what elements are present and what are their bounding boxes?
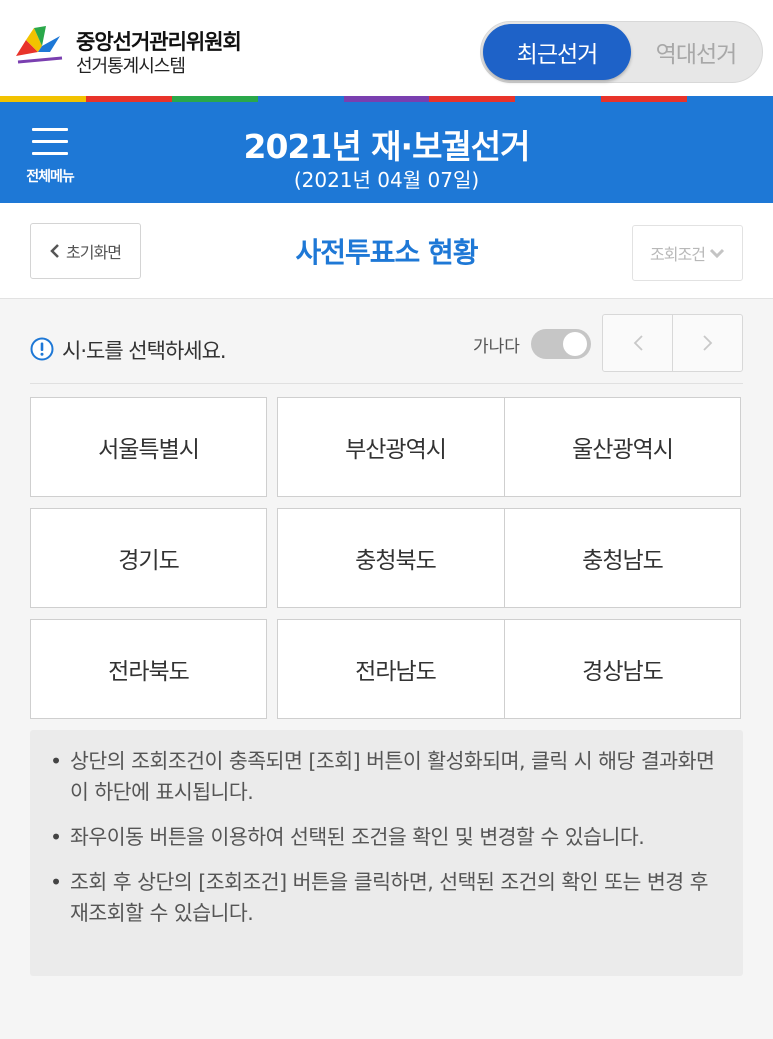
help-item: 상단의 조회조건이 충족되면 [조회] 버튼이 활성화되며, 클릭 시 해당 결…	[50, 746, 730, 808]
region-button[interactable]: 전라북도	[30, 619, 267, 719]
chevron-right-icon	[703, 335, 713, 351]
help-box: 상단의 조회조건이 충족되면 [조회] 버튼이 활성화되며, 클릭 시 해당 결…	[30, 730, 743, 976]
title-bar: 전체메뉴 2021년 재·보궐선거 (2021년 04월 07일)	[0, 102, 773, 203]
next-button[interactable]	[673, 315, 743, 371]
top-header: 중앙선거관리위원회 선거통계시스템 최근선거 역대선거	[0, 0, 773, 96]
system-name: 선거통계시스템	[76, 56, 186, 77]
sort-label: 가나다	[473, 337, 520, 357]
query-condition-label: 조회조건	[650, 245, 706, 264]
chevron-down-icon	[709, 248, 724, 259]
toggle-knob	[563, 332, 587, 356]
prev-button[interactable]	[603, 315, 673, 371]
nav-arrows	[602, 314, 743, 372]
region-button[interactable]: 부산광역시	[277, 397, 514, 497]
region-button[interactable]: 충청북도	[277, 508, 514, 608]
recent-election-button[interactable]: 최근선거	[483, 24, 631, 80]
notice-text: 시·도를 선택하세요.	[62, 339, 227, 363]
nec-logo-icon[interactable]	[12, 22, 68, 70]
election-type-toggle: 최근선거 역대선거	[480, 21, 763, 83]
past-election-button[interactable]: 역대선거	[631, 24, 761, 80]
region-button[interactable]: 경상남도	[504, 619, 741, 719]
sort-toggle[interactable]	[531, 329, 591, 359]
help-item: 조회 후 상단의 [조회조건] 버튼을 클릭하면, 선택된 조건의 확인 또는 …	[50, 867, 730, 929]
help-list: 상단의 조회조건이 충족되면 [조회] 버튼이 활성화되며, 클릭 시 해당 결…	[50, 746, 730, 943]
notice-row: 시·도를 선택하세요. 가나다	[30, 314, 743, 384]
query-condition-button[interactable]: 조회조건	[632, 225, 743, 281]
region-button[interactable]: 전라남도	[277, 619, 514, 719]
chevron-left-icon	[633, 335, 643, 351]
region-button[interactable]: 충청남도	[504, 508, 741, 608]
help-item: 좌우이동 버튼을 이용하여 선택된 조건을 확인 및 변경할 수 있습니다.	[50, 822, 730, 853]
region-button[interactable]: 경기도	[30, 508, 267, 608]
election-date: (2021년 04월 07일)	[293, 168, 480, 192]
region-button[interactable]: 울산광역시	[504, 397, 741, 497]
info-circle-icon	[30, 337, 54, 361]
sub-header: 초기화면 사전투표소 현황 조회조건	[0, 203, 773, 299]
region-button[interactable]: 서울특별시	[30, 397, 267, 497]
election-title: 2021년 재·보궐선거	[243, 127, 530, 166]
